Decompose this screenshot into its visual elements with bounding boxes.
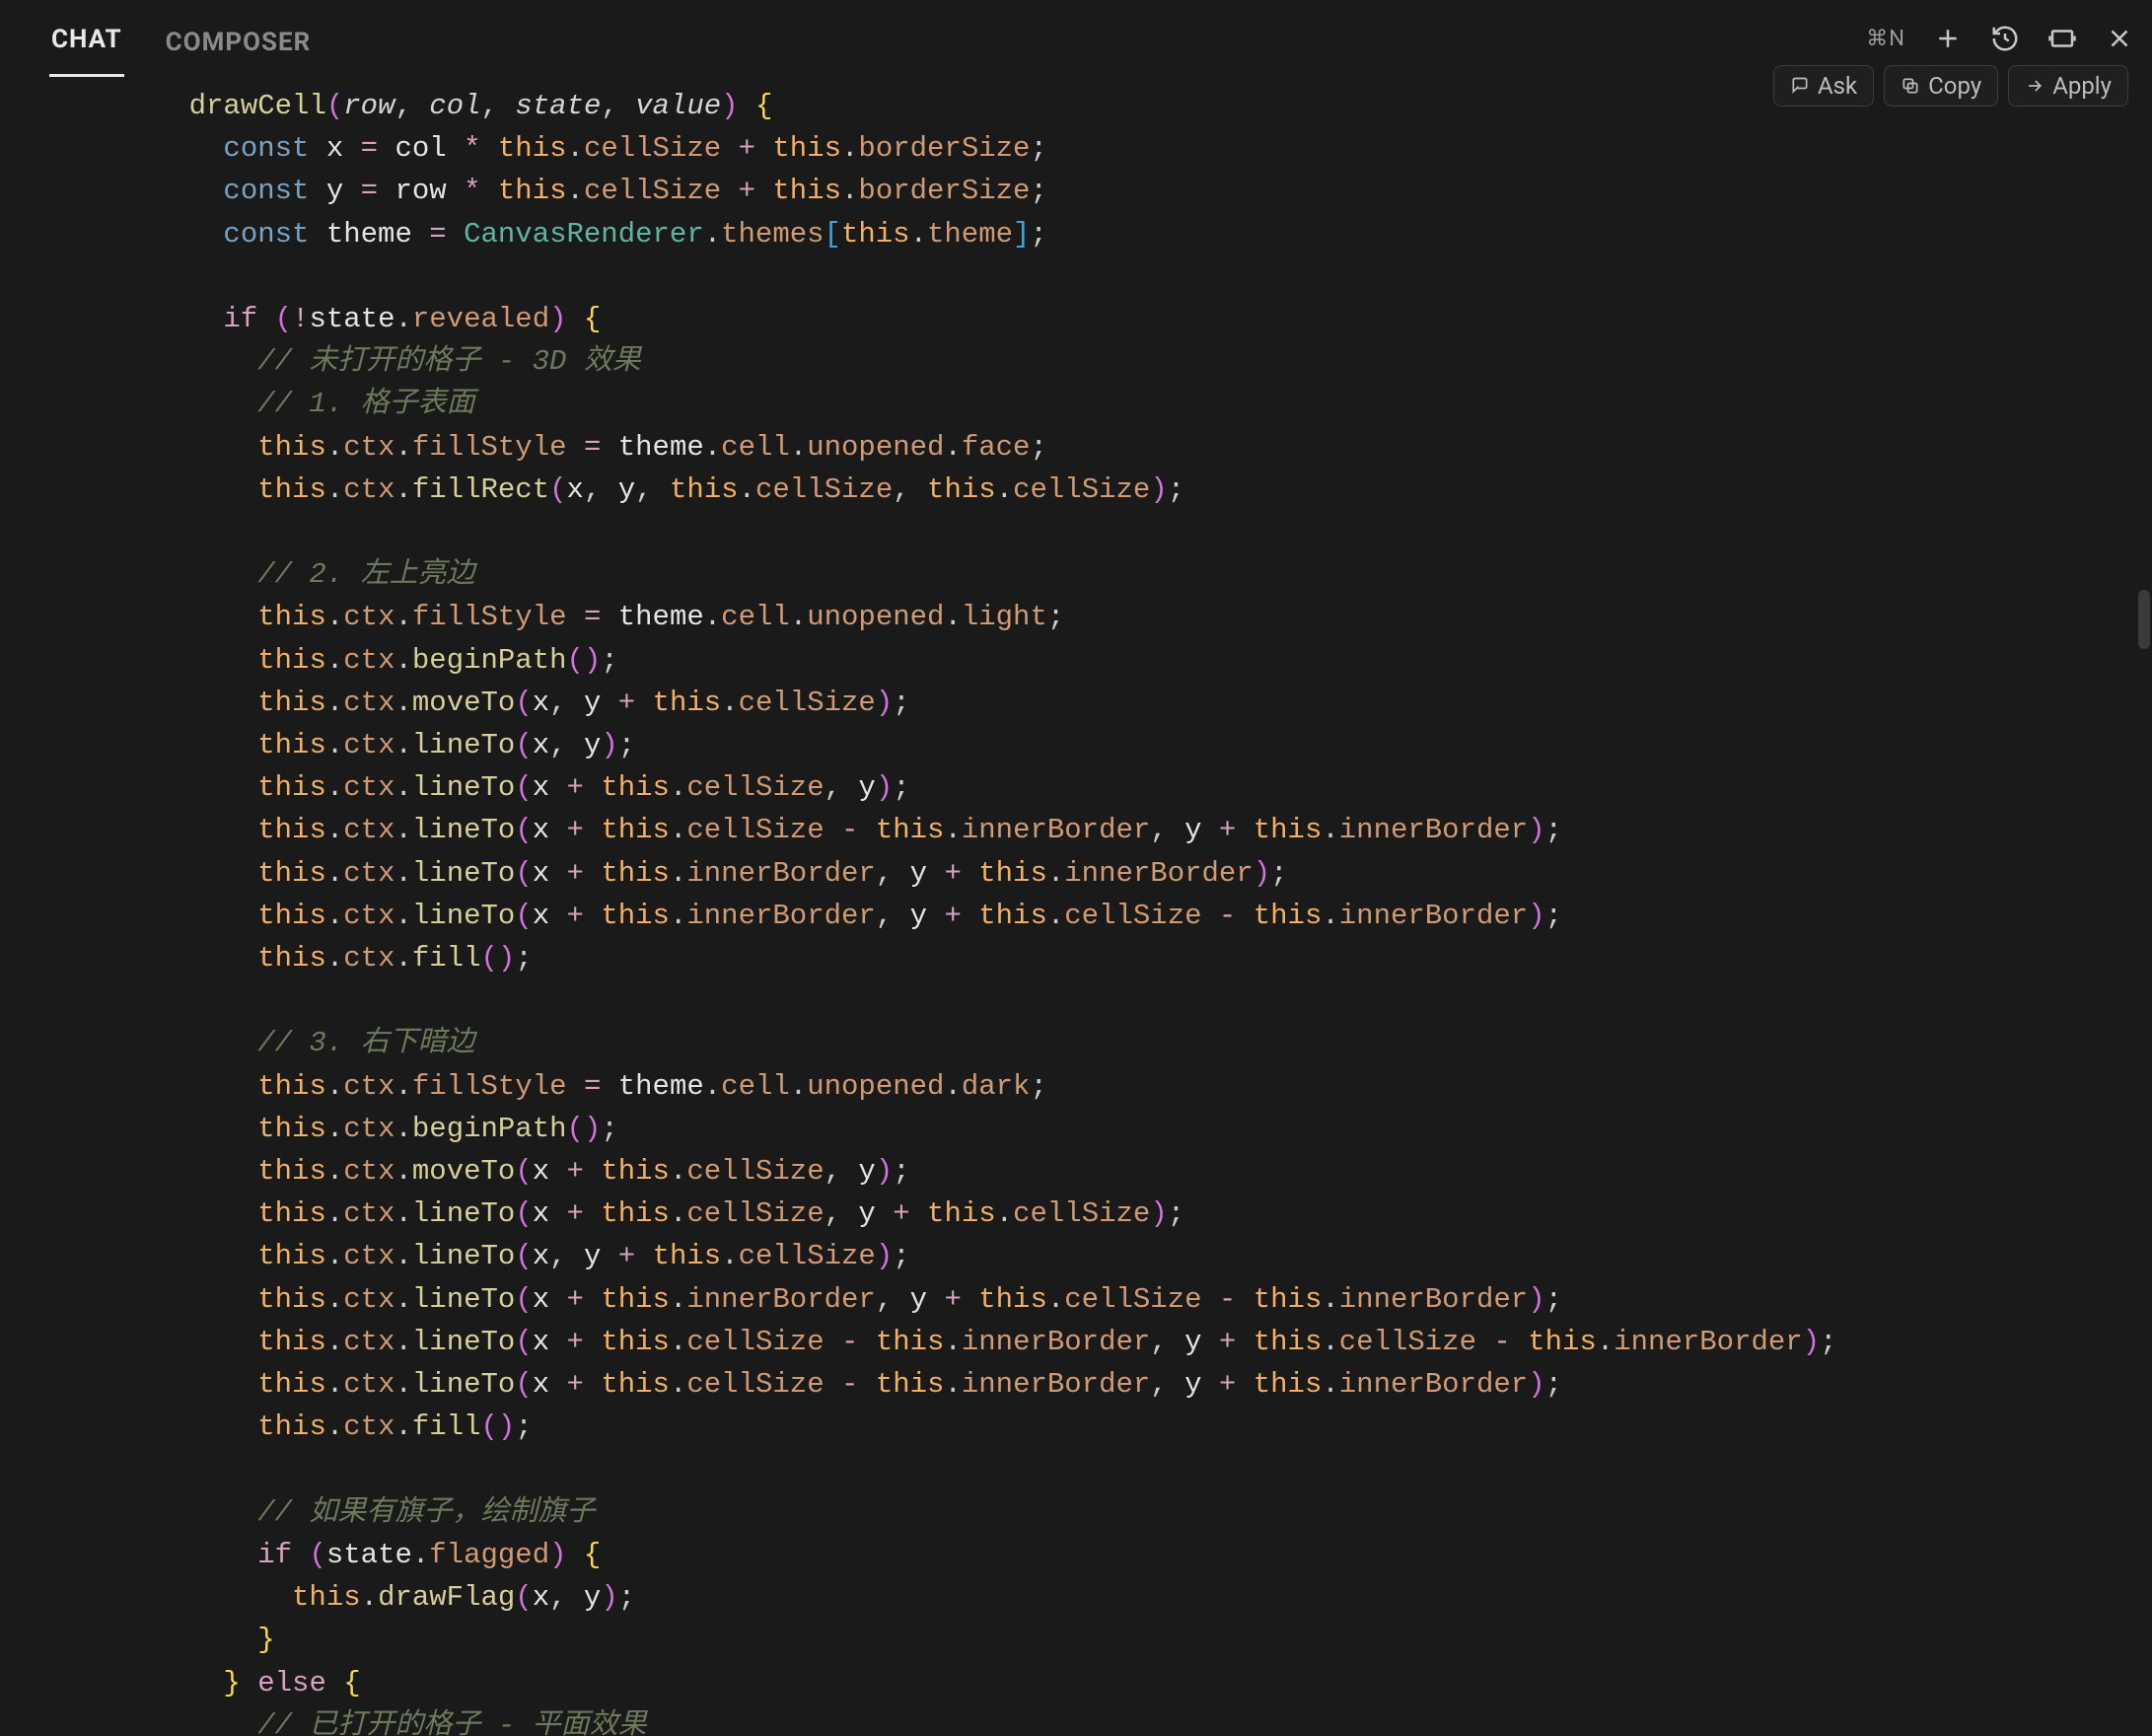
- code-block: drawCell(row, col, state, value) { const…: [0, 77, 2152, 1736]
- code-area[interactable]: drawCell(row, col, state, value) { const…: [0, 77, 2152, 1736]
- tab-composer[interactable]: COMPOSER: [164, 10, 314, 77]
- history-icon[interactable]: [1990, 24, 2020, 53]
- new-icon[interactable]: [1933, 24, 1963, 53]
- scrollbar-thumb[interactable]: [2138, 590, 2150, 649]
- tabs: CHAT COMPOSER: [49, 0, 313, 77]
- close-icon[interactable]: [2105, 24, 2134, 53]
- tab-chat[interactable]: CHAT: [49, 7, 124, 77]
- expand-icon[interactable]: [2047, 24, 2077, 53]
- new-shortcut-label: ⌘N: [1866, 27, 1905, 51]
